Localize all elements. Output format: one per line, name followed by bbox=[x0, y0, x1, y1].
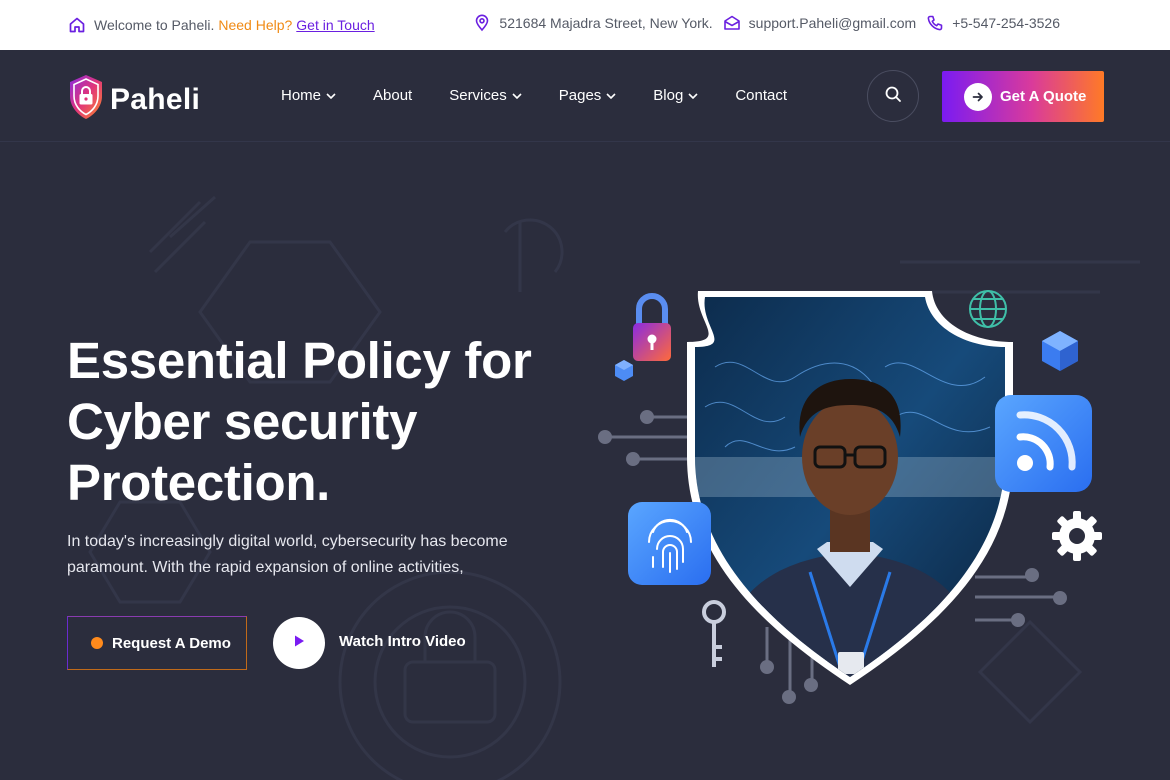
chevron-down-icon bbox=[688, 92, 698, 99]
get-a-quote-label: Get A Quote bbox=[1000, 88, 1087, 105]
hero-description: In today's increasingly digital world, c… bbox=[67, 533, 508, 576]
address-text: 521684 Majadra Street, New York. bbox=[499, 15, 713, 31]
brand-name: Paheli bbox=[110, 82, 201, 116]
nav-item-pages[interactable]: Pages bbox=[559, 87, 617, 104]
address-item: 521684 Majadra Street, New York. bbox=[473, 14, 713, 32]
nav-item-contact[interactable]: Contact bbox=[735, 87, 787, 104]
watch-intro-video-link[interactable]: Watch Intro Video bbox=[339, 633, 466, 650]
email-text[interactable]: support.Paheli@gmail.com bbox=[749, 15, 917, 31]
nav-item-home[interactable]: Home bbox=[281, 87, 336, 104]
play-video-button[interactable] bbox=[273, 617, 325, 669]
top-bar-right: 521684 Majadra Street, New York. support… bbox=[463, 14, 1060, 32]
phone-item[interactable]: +5-547-254-3526 bbox=[926, 14, 1060, 32]
shield-photo-frame bbox=[687, 291, 1013, 685]
nav-label-contact: Contact bbox=[735, 87, 788, 104]
main-navbar: Paheli Home About Services Pages Blog Co… bbox=[0, 50, 1170, 142]
email-item[interactable]: support.Paheli@gmail.com bbox=[723, 14, 917, 32]
main-menu: Home About Services Pages Blog Contact bbox=[281, 87, 824, 104]
request-demo-label: Request A Demo bbox=[112, 634, 231, 652]
hero-heading-line-3: Protection. bbox=[67, 454, 331, 511]
nav-item-services[interactable]: Services bbox=[449, 87, 522, 104]
hero-illustration bbox=[598, 290, 1102, 704]
nav-label-home: Home bbox=[281, 87, 322, 104]
nav-label-pages: Pages bbox=[558, 87, 602, 104]
chevron-down-icon bbox=[512, 92, 522, 99]
top-bar-left: Welcome to Paheli. Need Help? Get in Tou… bbox=[68, 16, 375, 34]
key-icon bbox=[702, 600, 726, 667]
welcome-text: Welcome to Paheli. bbox=[94, 17, 215, 33]
nav-label-services: Services bbox=[449, 87, 507, 104]
chevron-down-icon bbox=[606, 92, 616, 99]
shield-lock-logo-icon bbox=[68, 74, 104, 125]
hero-heading-line-1: Essential Policy for bbox=[67, 332, 532, 389]
brand-logo[interactable]: Paheli bbox=[68, 74, 200, 125]
mail-icon bbox=[723, 14, 741, 32]
search-icon bbox=[884, 85, 902, 108]
cube-icon bbox=[615, 360, 633, 381]
gear-icon bbox=[1052, 511, 1102, 561]
nav-label-blog: Blog bbox=[653, 87, 684, 104]
padlock-icon bbox=[633, 293, 671, 361]
location-icon bbox=[473, 14, 491, 32]
globe-icon bbox=[969, 290, 1007, 328]
nav-label-about: About bbox=[373, 87, 413, 104]
play-icon bbox=[292, 634, 306, 653]
chevron-down-icon bbox=[326, 92, 336, 99]
hero-section: Essential Policy for Cyber security Prot… bbox=[0, 142, 1170, 780]
rss-icon bbox=[995, 395, 1092, 492]
request-demo-button[interactable]: Request A Demo bbox=[67, 616, 247, 670]
phone-text[interactable]: +5-547-254-3526 bbox=[952, 15, 1060, 31]
nav-item-blog[interactable]: Blog bbox=[653, 87, 698, 104]
hero-heading-line-2: Cyber security bbox=[67, 393, 418, 450]
get-a-quote-button[interactable]: Get A Quote bbox=[942, 71, 1104, 122]
get-in-touch-link[interactable]: Get in Touch bbox=[296, 17, 374, 33]
search-button[interactable] bbox=[867, 70, 919, 122]
arrow-right-icon bbox=[964, 82, 992, 111]
orange-dot-icon bbox=[91, 637, 103, 649]
phone-icon bbox=[926, 14, 944, 32]
top-bar: Welcome to Paheli. Need Help? Get in Tou… bbox=[0, 0, 1170, 50]
cube-icon bbox=[1042, 331, 1078, 371]
need-help-text: Need Help? bbox=[218, 17, 293, 33]
fingerprint-icon bbox=[628, 502, 711, 585]
nav-item-about[interactable]: About bbox=[373, 87, 412, 104]
home-icon bbox=[68, 16, 86, 34]
hero-heading: Essential Policy for Cyber security Prot… bbox=[67, 330, 587, 513]
